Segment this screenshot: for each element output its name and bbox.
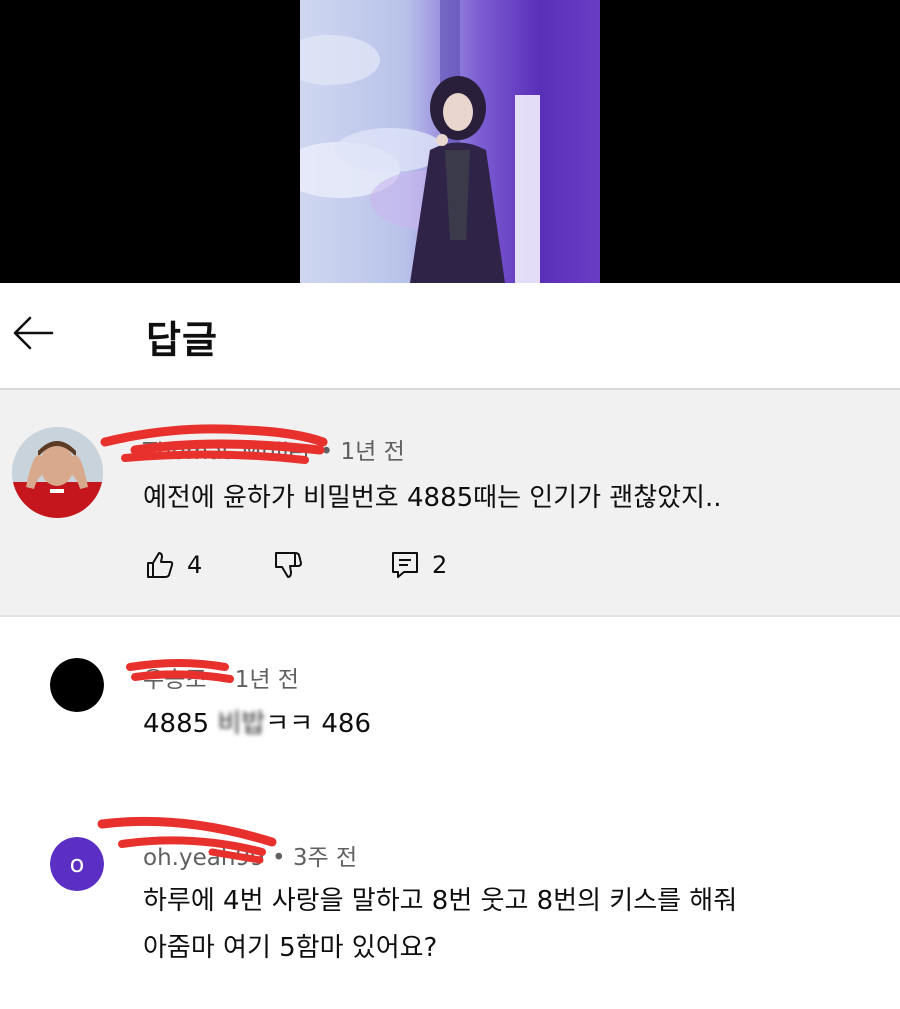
dislike-button[interactable] [273,550,303,580]
reply-count: 2 [432,551,448,579]
reply-text-part: ㅋㅋ 486 [265,709,372,739]
reply-author[interactable]: oh.yeah99 [143,845,265,871]
reply-author[interactable]: 우승조 [143,660,206,694]
replies-header: 답글 [0,283,900,388]
reply-time: 1년 전 [234,667,299,693]
avatar[interactable] [50,658,104,712]
like-count: 4 [187,551,203,579]
comment-meta: Thomas Müller • 1년 전 [143,432,405,466]
video-frame[interactable] [300,0,600,283]
avatar[interactable] [12,427,103,518]
parent-comment: Thomas Müller • 1년 전 예전에 윤하가 비밀번호 4885때는… [0,390,900,615]
comment-icon [392,552,418,578]
like-button[interactable]: 4 [145,550,202,580]
reply-meta: 우승조 • 1년 전 [143,660,299,694]
reply-text: 4885 비밥ㅋㅋ 486 [143,703,371,740]
reply-text-line: 하루에 4번 사랑을 말하고 8번 웃고 8번의 키스를 해줘 [143,886,738,916]
comment-time: 1년 전 [340,439,405,465]
reply-text-line: 아줌마 여기 5함마 있어요? [143,933,438,963]
avatar-circle [50,658,104,712]
meta-separator: • [319,439,341,465]
comment-author[interactable]: Thomas Müller [143,439,312,465]
video-player[interactable] [0,0,900,283]
avatar-letter: o [50,837,104,891]
reply-meta: oh.yeah99 • 3주 전 [143,838,357,872]
comment-text: 예전에 윤하가 비밀번호 4885때는 인기가 괜찮았지.. [143,483,722,513]
performer-image [300,0,540,283]
avatar[interactable]: o [50,837,104,891]
divider [0,615,900,617]
thumbs-down-icon [275,552,302,578]
meta-separator: • [213,667,235,693]
page-title: 답글 [146,318,218,362]
meta-separator: • [271,845,293,871]
thumbs-up-icon [147,552,174,578]
reply-time: 3주 전 [292,845,358,871]
reply-text-part: 4885 [143,709,218,739]
reply-button[interactable]: 2 [390,550,447,580]
blurred-word: 비밥 [217,709,266,739]
back-arrow-icon[interactable] [8,308,58,358]
